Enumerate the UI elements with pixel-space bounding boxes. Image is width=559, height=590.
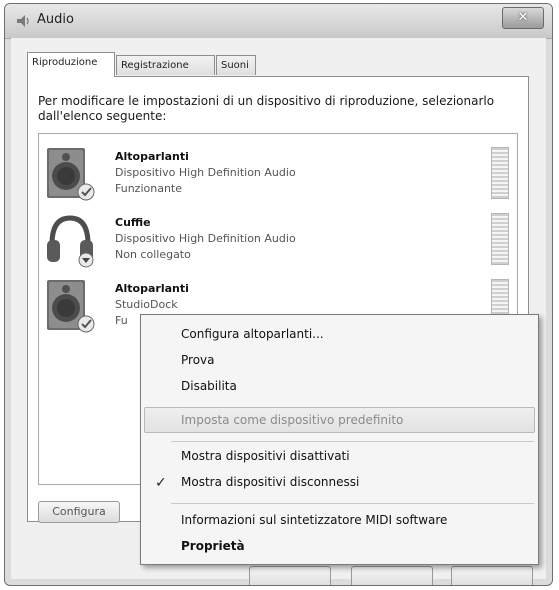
- checkmark-icon: ✓: [155, 475, 167, 491]
- speaker-icon: [17, 15, 29, 27]
- check-badge-icon: [77, 315, 95, 333]
- volume-meter: [491, 147, 509, 199]
- tab-registrazione[interactable]: Registrazione: [116, 55, 215, 75]
- speaker-icon: [47, 148, 95, 201]
- dialog-button[interactable]: [451, 566, 533, 585]
- device-name: Cuffie: [115, 216, 151, 229]
- speaker-icon: [47, 280, 95, 333]
- menu-item-show-disabled[interactable]: Mostra dispositivi disattivati: [181, 449, 350, 463]
- device-description: Dispositivo High Definition Audio: [115, 232, 296, 245]
- menu-item-disable[interactable]: Disabilita: [181, 379, 237, 393]
- title-bar[interactable]: Audio ✕: [5, 4, 552, 39]
- down-arrow-badge-icon: [78, 252, 94, 268]
- list-item[interactable]: Altoparlanti Dispositivo High Definition…: [39, 138, 517, 206]
- device-status: Fu: [115, 314, 128, 327]
- headphones-icon: [47, 215, 94, 268]
- menu-item-properties[interactable]: Proprietà: [181, 539, 245, 553]
- device-status: Funzionante: [115, 182, 182, 195]
- check-badge-icon: [77, 183, 95, 201]
- device-description: Dispositivo High Definition Audio: [115, 166, 296, 179]
- device-status: Non collegato: [115, 248, 191, 261]
- window-title: Audio: [37, 12, 74, 27]
- menu-item-set-default[interactable]: Imposta come dispositivo predefinito: [181, 413, 403, 427]
- menu-separator: [171, 441, 534, 442]
- close-button[interactable]: ✕: [502, 7, 544, 29]
- device-description: StudioDock: [115, 298, 178, 311]
- device-name: Altoparlanti: [115, 282, 189, 295]
- dialog-button[interactable]: [249, 566, 331, 585]
- menu-item-test[interactable]: Prova: [181, 353, 215, 367]
- tab-suoni[interactable]: Suoni: [216, 55, 256, 75]
- menu-item-show-disconnected[interactable]: Mostra dispositivi disconnessi: [181, 475, 359, 489]
- close-icon: ✕: [517, 10, 529, 25]
- tab-riproduzione[interactable]: Riproduzione: [27, 52, 115, 77]
- dialog-button[interactable]: [351, 566, 433, 585]
- menu-item-configure-speakers[interactable]: Configura altoparlanti...: [181, 327, 324, 341]
- context-menu: Configura altoparlanti... Prova Disabili…: [140, 314, 539, 565]
- menu-separator: [171, 503, 534, 504]
- configure-button[interactable]: Configura: [38, 501, 120, 523]
- menu-item-midi-info[interactable]: Informazioni sul sintetizzatore MIDI sof…: [181, 513, 447, 527]
- volume-meter: [491, 213, 509, 265]
- list-item[interactable]: Cuffie Dispositivo High Definition Audio…: [39, 204, 517, 272]
- instructions-text: Per modificare le impostazioni di un dis…: [38, 94, 495, 123]
- device-name: Altoparlanti: [115, 150, 189, 163]
